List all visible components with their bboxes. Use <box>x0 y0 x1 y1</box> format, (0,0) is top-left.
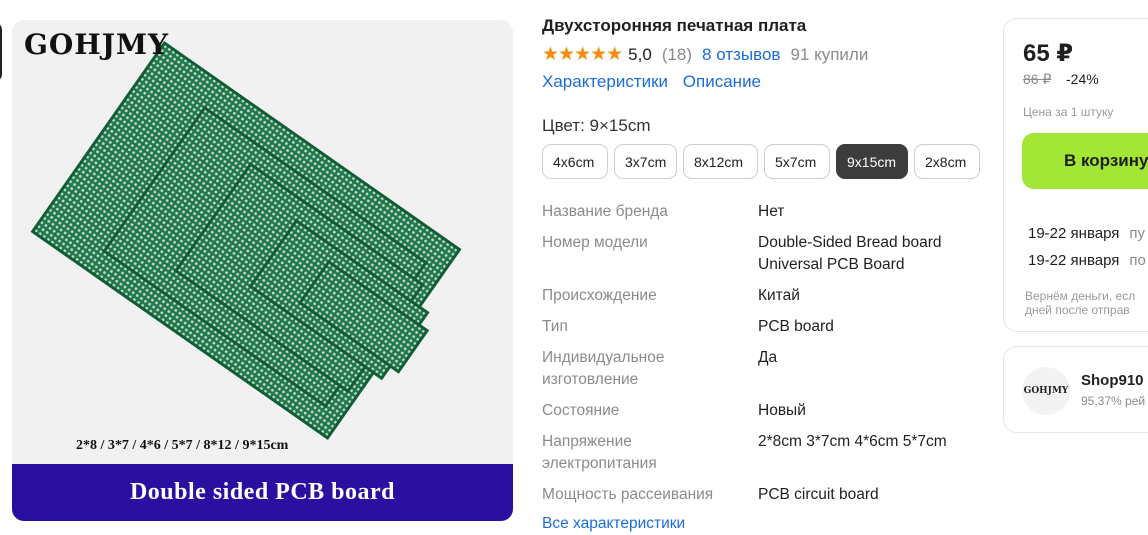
buy-card: 65 ₽ 86 ₽ -24% Цена за 1 штуку В корзину… <box>1003 18 1148 332</box>
option-chip[interactable]: 4x6cm <box>542 144 608 179</box>
spec-row: Происхождение Китай <box>542 285 982 307</box>
spec-row: Индивидуальное изготовление Да <box>542 347 982 391</box>
option-chip[interactable]: 3x7cm <box>614 144 677 179</box>
spec-key: Происхождение <box>542 287 657 304</box>
delivery-hint: пу <box>1129 225 1146 242</box>
rating-row: ★★★★★ 5,0 (18) 8 отзывов 91 купили <box>542 43 868 66</box>
delivery-date: 19-22 января <box>1028 225 1120 242</box>
section-links: Характеристики Описание <box>542 72 771 92</box>
delivery-date: 19-22 января <box>1028 252 1120 269</box>
gallery-thumbnail-selected[interactable] <box>0 22 2 82</box>
spec-value: Double-Sided Bread board Universal PCB B… <box>758 234 942 273</box>
spec-value: PCB board <box>758 318 834 335</box>
refund-line: Вернём деньги, есл <box>1025 289 1136 303</box>
rating-count: (18) <box>661 44 693 64</box>
rating-stars-icon: ★★★★★ <box>542 44 623 65</box>
spec-key: Тип <box>542 318 568 335</box>
option-chip[interactable]: 8x12cm <box>683 144 758 179</box>
spec-row: Номер модели Double-Sided Bread board Un… <box>542 232 982 276</box>
spec-value: Новый <box>758 402 806 419</box>
specs-table: Название бренда Нет Номер модели Double-… <box>542 201 982 515</box>
spec-key: Мощность рассеивания <box>542 486 714 503</box>
per-unit-note: Цена за 1 штуку <box>1023 105 1114 119</box>
shop-card[interactable]: GOHJMY Shop910 95,37% рей <box>1003 346 1148 433</box>
spec-value: Нет <box>758 203 785 220</box>
spec-value: 2*8cm 3*7cm 4*6cm 5*7cm <box>758 433 947 450</box>
option-chip[interactable]: 5x7cm <box>764 144 830 179</box>
sizes-caption: 2*8 / 3*7 / 4*6 / 5*7 / 8*12 / 9*15cm <box>76 438 289 453</box>
delivery-option[interactable]: 19-22 января пу <box>1028 225 1145 242</box>
spec-row: Тип PCB board <box>542 316 982 338</box>
refund-line: дней после отправ <box>1025 303 1130 317</box>
shop-name[interactable]: Shop910 <box>1081 372 1144 389</box>
spec-row: Состояние Новый <box>542 400 982 422</box>
spec-row: Напряжение электропитания 2*8cm 3*7cm 4*… <box>542 431 982 475</box>
spec-row: Мощность рассеивания PCB circuit board <box>542 484 982 506</box>
option-chip-selected[interactable]: 9x15cm <box>836 144 908 179</box>
add-to-cart-button[interactable]: В корзину <box>1022 133 1148 189</box>
image-banner: Double sided PCB board <box>12 464 513 521</box>
delivery-hint: по <box>1129 252 1146 269</box>
bought-count: 91 купили <box>790 44 869 64</box>
spec-key: Индивидуальное изготовление <box>542 349 665 388</box>
description-link[interactable]: Описание <box>683 72 761 91</box>
spec-value: PCB circuit board <box>758 486 879 503</box>
discount-badge: -24% <box>1066 71 1099 87</box>
spec-value: Да <box>758 349 778 366</box>
characteristics-link[interactable]: Характеристики <box>542 72 668 91</box>
spec-row: Название бренда Нет <box>542 201 982 223</box>
rating-value: 5,0 <box>628 44 652 64</box>
refund-note: Вернём деньги, есл дней после отправ <box>1025 289 1135 317</box>
color-label: Цвет: 9×15cm <box>542 116 651 135</box>
reviews-link[interactable]: 8 отзывов <box>702 45 780 65</box>
option-chips: 4x6cm 3x7cm 8x12cm 5x7cm 9x15cm 2x8cm <box>542 144 980 179</box>
shop-avatar: GOHJMY <box>1022 367 1070 415</box>
all-specs-link[interactable]: Все характеристики <box>542 515 685 533</box>
price: 65 ₽ <box>1023 40 1074 67</box>
spec-key: Напряжение электропитания <box>542 433 657 472</box>
shop-rating: 95,37% рей <box>1081 394 1146 408</box>
option-chip[interactable]: 2x8cm <box>914 144 980 179</box>
old-price: 86 ₽ <box>1023 71 1052 87</box>
spec-value: Китай <box>758 287 800 304</box>
spec-key: Состояние <box>542 402 620 419</box>
brand-logo: GOHJMY <box>24 28 169 61</box>
delivery-option[interactable]: 19-22 января по <box>1028 252 1146 269</box>
spec-key: Название бренда <box>542 203 668 220</box>
product-image-gallery[interactable]: GOHJMY 2*8 / 3*7 / 4*6 / 5*7 / 8*12 / 9*… <box>12 20 513 521</box>
spec-key: Номер модели <box>542 234 648 251</box>
product-title: Двухсторонняя печатная плата <box>542 16 807 35</box>
